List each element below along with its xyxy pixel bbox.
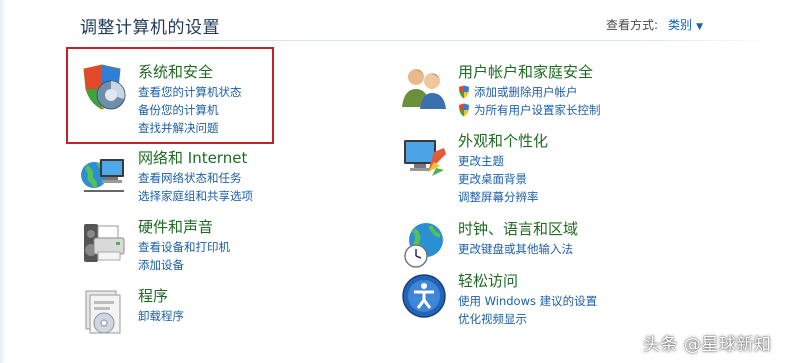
link-label: 添加或删除用户帐户 [474, 85, 578, 99]
appearance-icon [400, 132, 448, 182]
users-icon [400, 63, 448, 113]
view-by-dropdown[interactable]: 类别 ▼ [668, 16, 703, 33]
category-link[interactable]: 优化视频显示 [458, 310, 597, 328]
category-title[interactable]: 硬件和声音 [138, 218, 230, 236]
category-title[interactable]: 轻松访问 [458, 272, 597, 290]
category-link[interactable]: 更改键盘或其他输入法 [458, 240, 578, 258]
ease-of-access-icon [400, 272, 448, 322]
category-title[interactable]: 外观和个性化 [458, 132, 548, 150]
clock-globe-icon [400, 220, 448, 270]
programs-icon [80, 287, 128, 337]
uac-shield-icon [459, 103, 469, 117]
watermark: 头条 @星球新知 [643, 335, 772, 355]
category-network: 网络和 Internet 查看网络状态和任务 选择家庭组和共享选项 [80, 149, 253, 205]
view-by-value: 类别 [668, 18, 693, 32]
link-label: 为所有用户设置家长控制 [474, 103, 601, 117]
category-title[interactable]: 网络和 Internet [138, 149, 253, 167]
category-title[interactable]: 用户帐户和家庭安全 [458, 63, 601, 81]
header-divider [60, 40, 780, 41]
category-title[interactable]: 时钟、语言和区域 [458, 220, 578, 238]
category-user-accounts: 用户帐户和家庭安全 添加或删除用户帐户 为所有用户设置家长控制 [400, 63, 601, 119]
view-by-label: 查看方式: [606, 18, 659, 32]
category-link[interactable]: 添加设备 [138, 256, 230, 274]
category-link[interactable]: 更改主题 [458, 152, 548, 170]
highlight-box [66, 47, 274, 144]
page-title: 调整计算机的设置 [80, 18, 220, 38]
category-clock-language: 时钟、语言和区域 更改键盘或其他输入法 [400, 220, 578, 270]
printer-speaker-icon [80, 218, 128, 268]
category-title[interactable]: 程序 [138, 287, 184, 305]
category-link[interactable]: 更改桌面背景 [458, 170, 548, 188]
category-link[interactable]: 查看网络状态和任务 [138, 169, 253, 187]
category-programs: 程序 卸载程序 [80, 287, 184, 337]
category-link[interactable]: 为所有用户设置家长控制 [458, 101, 601, 119]
category-link[interactable]: 卸载程序 [138, 307, 184, 325]
window-left-edge [0, 0, 6, 363]
category-link[interactable]: 添加或删除用户帐户 [458, 83, 601, 101]
category-appearance: 外观和个性化 更改主题 更改桌面背景 调整屏幕分辨率 [400, 132, 548, 206]
network-globe-icon [80, 149, 128, 199]
category-hardware-sound: 硬件和声音 查看设备和打印机 添加设备 [80, 218, 230, 274]
category-link[interactable]: 调整屏幕分辨率 [458, 188, 548, 206]
uac-shield-icon [459, 85, 469, 99]
category-link[interactable]: 使用 Windows 建议的设置 [458, 292, 597, 310]
category-ease-of-access: 轻松访问 使用 Windows 建议的设置 优化视频显示 [400, 272, 597, 328]
category-link[interactable]: 查看设备和打印机 [138, 238, 230, 256]
category-link[interactable]: 选择家庭组和共享选项 [138, 187, 253, 205]
view-by-control: 查看方式: 类别 ▼ [606, 16, 703, 33]
chevron-down-icon: ▼ [696, 22, 703, 32]
